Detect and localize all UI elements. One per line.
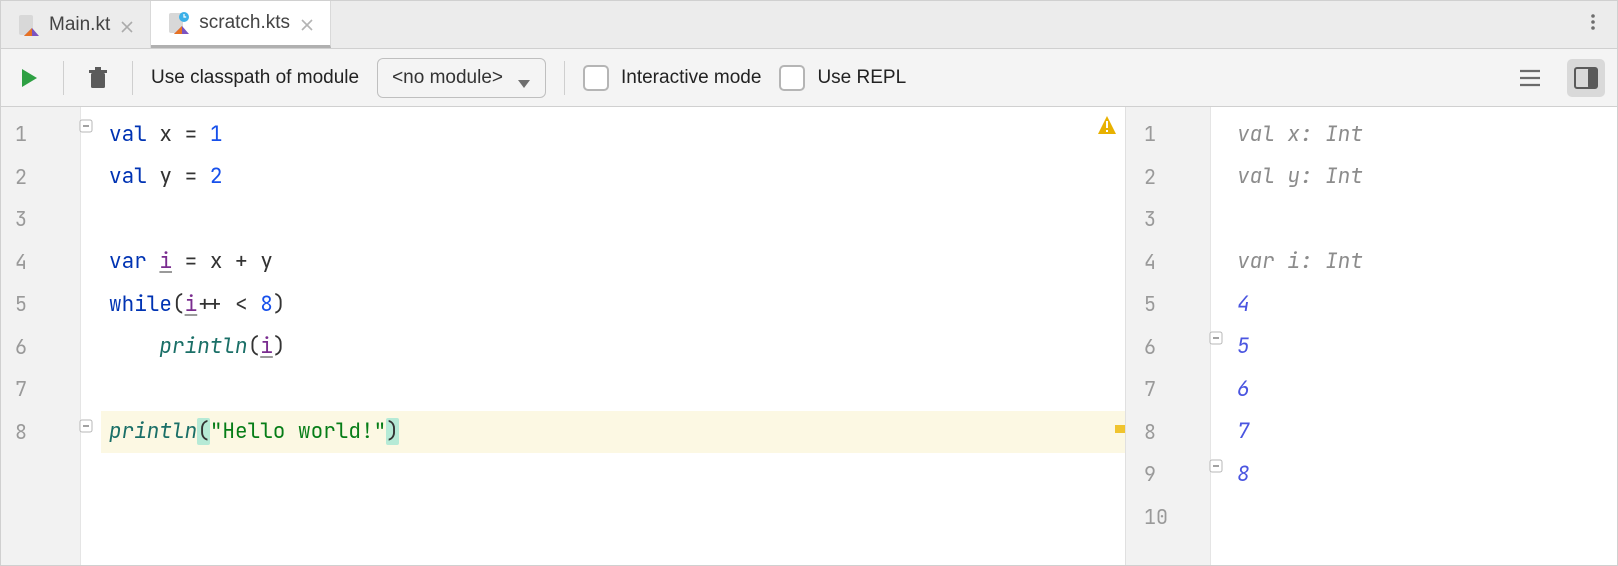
interactive-mode-label: Interactive mode xyxy=(621,67,761,89)
tab-label: Main.kt xyxy=(49,14,110,36)
code-editor[interactable]: val x = 1 val y = 2 var i = x + y while(… xyxy=(101,107,1125,565)
output-gutter: 1 2 3 4 5 6 7 8 9 10 xyxy=(1125,107,1211,565)
code-line: println("Hello world!") xyxy=(101,411,1125,454)
close-icon[interactable] xyxy=(120,18,134,32)
tab-strip: Main.kt scratch.kts xyxy=(1,1,1617,49)
interactive-mode-toggle[interactable]: Interactive mode xyxy=(583,65,761,91)
tab-overflow-button[interactable] xyxy=(1569,1,1617,48)
line-number: 7 xyxy=(1,368,80,411)
fold-marker-icon[interactable] xyxy=(79,119,95,135)
code-line: var i = x + y xyxy=(101,241,1125,284)
output-line: var i: Int xyxy=(1231,241,1617,284)
fold-marker-icon[interactable] xyxy=(1209,459,1225,475)
line-number: 3 xyxy=(1,198,80,241)
line-number: 2 xyxy=(1,156,80,199)
use-repl-toggle[interactable]: Use REPL xyxy=(779,65,906,91)
line-number: 3 xyxy=(1126,198,1210,241)
toolbar-divider xyxy=(132,61,133,95)
kotlin-file-icon xyxy=(17,14,39,36)
tab-scratch-kts[interactable]: scratch.kts xyxy=(151,1,331,48)
run-button[interactable] xyxy=(13,62,45,94)
line-number: 10 xyxy=(1126,496,1210,539)
code-line: while(i++ < 8) xyxy=(101,283,1125,326)
line-number: 2 xyxy=(1126,156,1210,199)
tab-main-kt[interactable]: Main.kt xyxy=(1,1,151,48)
checkbox-icon xyxy=(779,65,805,91)
output-line: 5 xyxy=(1231,326,1617,369)
line-number: 1 xyxy=(1,113,80,156)
output-line: 6 xyxy=(1231,368,1617,411)
soft-wrap-button[interactable] xyxy=(1511,59,1549,97)
scratch-toolbar: Use classpath of module <no module> Inte… xyxy=(1,49,1617,107)
output-pane: val x: Int val y: Int var i: Int 4 5 6 7… xyxy=(1231,107,1617,565)
line-number: 1 xyxy=(1126,113,1210,156)
code-line: val y = 2 xyxy=(101,156,1125,199)
kotlin-scratch-icon xyxy=(167,12,189,34)
module-dropdown[interactable]: <no module> xyxy=(377,58,546,98)
change-marker-icon xyxy=(1115,425,1125,433)
line-number: 4 xyxy=(1,241,80,284)
fold-marker-icon[interactable] xyxy=(79,419,95,435)
fold-gutter xyxy=(81,107,101,565)
line-number: 9 xyxy=(1126,453,1210,496)
kebab-icon xyxy=(1584,13,1602,37)
output-line: 4 xyxy=(1231,283,1617,326)
output-line: 8 xyxy=(1231,453,1617,496)
clear-button[interactable] xyxy=(82,62,114,94)
output-line: val x: Int xyxy=(1231,113,1617,156)
code-line xyxy=(101,198,1125,241)
line-number: 8 xyxy=(1126,411,1210,454)
chevron-down-icon xyxy=(517,73,531,83)
line-number: 7 xyxy=(1126,368,1210,411)
output-line xyxy=(1231,198,1617,241)
use-repl-label: Use REPL xyxy=(817,67,906,89)
side-panel-button[interactable] xyxy=(1567,59,1605,97)
dropdown-value: <no module> xyxy=(392,67,503,89)
checkbox-icon xyxy=(583,65,609,91)
tab-label: scratch.kts xyxy=(199,12,290,34)
toolbar-divider xyxy=(564,61,565,95)
editor-gutter: 1 2 3 4 5 6 7 8 xyxy=(1,107,81,565)
toolbar-divider xyxy=(63,61,64,95)
line-number: 8 xyxy=(1,411,80,454)
line-number: 6 xyxy=(1126,326,1210,369)
warning-icon[interactable] xyxy=(1097,115,1117,135)
classpath-label: Use classpath of module xyxy=(151,67,359,89)
output-line: 7 xyxy=(1231,411,1617,454)
code-line: println(i) xyxy=(101,326,1125,369)
tab-spacer xyxy=(331,1,1569,48)
line-number: 5 xyxy=(1,283,80,326)
line-number: 6 xyxy=(1,326,80,369)
code-line xyxy=(101,368,1125,411)
line-number: 4 xyxy=(1126,241,1210,284)
code-line: val x = 1 xyxy=(101,113,1125,156)
output-line: val y: Int xyxy=(1231,156,1617,199)
output-fold-gutter xyxy=(1211,107,1231,565)
output-line xyxy=(1231,496,1617,539)
fold-marker-icon[interactable] xyxy=(1209,331,1225,347)
line-number: 5 xyxy=(1126,283,1210,326)
editor-area: 1 2 3 4 5 6 7 8 val x = 1 val y = 2 var … xyxy=(1,107,1617,565)
close-icon[interactable] xyxy=(300,16,314,30)
